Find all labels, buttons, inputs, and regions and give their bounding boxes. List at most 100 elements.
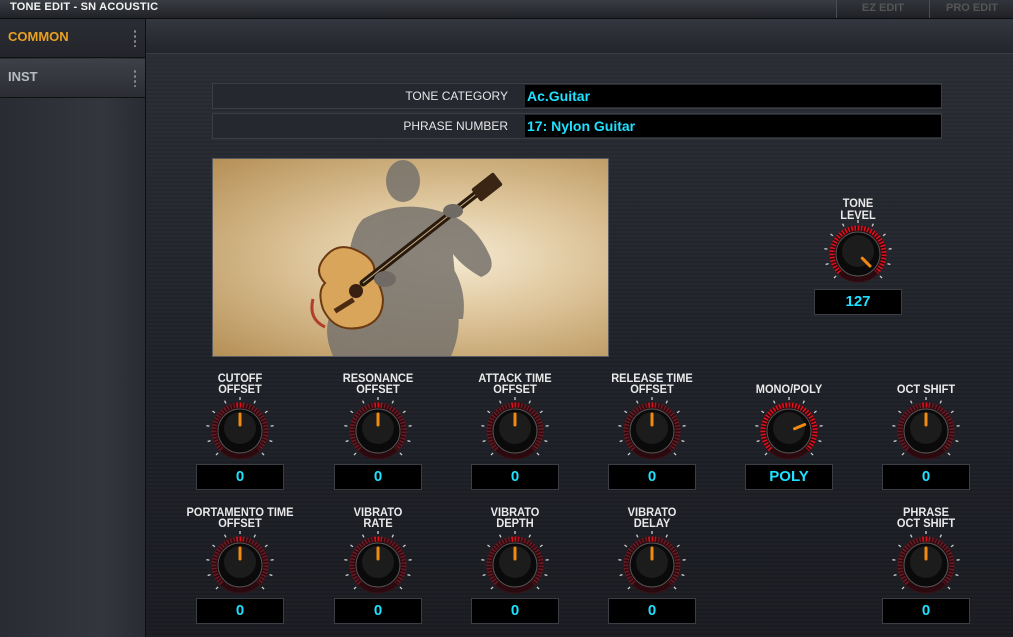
knob-tick bbox=[261, 452, 265, 456]
knob-tick bbox=[802, 400, 806, 404]
vibrato-delay-knob[interactable] bbox=[617, 530, 687, 600]
window-title: TONE EDIT - SN ACOUSTIC bbox=[10, 1, 159, 13]
tone-level-knob[interactable] bbox=[823, 219, 893, 289]
tone-category-label: TONE CATEGORY bbox=[405, 89, 508, 103]
knob-tick bbox=[893, 573, 897, 577]
sidebar-item-inst[interactable]: INST bbox=[0, 59, 145, 98]
phrase-oct-shift-knob[interactable] bbox=[891, 530, 961, 600]
knob-tick bbox=[264, 544, 268, 548]
vibrato-delay-control: VIBRATO DELAY 0 bbox=[592, 504, 712, 629]
knob-tick bbox=[761, 410, 765, 414]
knob-tick bbox=[665, 400, 669, 404]
knob-tick bbox=[350, 544, 354, 548]
knob-tick bbox=[487, 410, 491, 414]
drag-handle-icon bbox=[134, 69, 136, 87]
mono-poly-label-2: MONO/POLY bbox=[755, 382, 823, 396]
knob-tick bbox=[898, 544, 902, 548]
oct-shift-value[interactable]: 0 bbox=[882, 464, 970, 490]
oct-shift-knob[interactable] bbox=[891, 396, 961, 466]
knob-tick bbox=[898, 410, 902, 414]
knob-tick bbox=[212, 410, 216, 414]
knob-tick bbox=[955, 439, 959, 443]
tone-category-value[interactable]: Ac.Guitar bbox=[525, 85, 941, 107]
knob-tick bbox=[207, 573, 211, 577]
knob-tick bbox=[841, 223, 845, 227]
portamento-time-offset-value[interactable]: 0 bbox=[196, 598, 284, 624]
vibrato-depth-value[interactable]: 0 bbox=[471, 598, 559, 624]
vibrato-rate-value[interactable]: 0 bbox=[334, 598, 422, 624]
attack-time-offset-value[interactable]: 0 bbox=[471, 464, 559, 490]
knob-tick bbox=[528, 400, 532, 404]
release-time-offset-value[interactable]: 0 bbox=[608, 464, 696, 490]
knob-tick bbox=[215, 452, 219, 456]
phrase-number-value[interactable]: 17: Nylon Guitar bbox=[525, 115, 941, 137]
knob-tick bbox=[893, 439, 897, 443]
knob-tick bbox=[772, 400, 776, 404]
title-bar: TONE EDIT - SN ACOUSTIC EZ EDIT PRO EDIT bbox=[0, 0, 1013, 19]
knob-tick bbox=[764, 452, 768, 456]
knob-tick bbox=[909, 534, 913, 538]
knob-tick bbox=[544, 439, 548, 443]
knob-tick bbox=[345, 439, 349, 443]
phrase-oct-shift-value[interactable]: 0 bbox=[882, 598, 970, 624]
resonance-offset-knob[interactable] bbox=[343, 396, 413, 466]
mono-poly-knob[interactable] bbox=[754, 396, 824, 466]
cutoff-offset-control: CUTOFF OFFSET 0 bbox=[180, 370, 300, 495]
knob-tick bbox=[498, 534, 502, 538]
knob-tick bbox=[947, 586, 951, 590]
knob-tick bbox=[223, 400, 227, 404]
knob-tick bbox=[391, 400, 395, 404]
knob-tick bbox=[627, 452, 631, 456]
knob-tick bbox=[624, 544, 628, 548]
knob-tick bbox=[361, 534, 365, 538]
portamento-time-offset-control: PORTAMENTO TIME OFFSET 0 bbox=[180, 504, 300, 629]
instrument-image bbox=[212, 158, 609, 357]
knob-tick bbox=[345, 573, 349, 577]
attack-time-offset-label-2: OFFSET bbox=[493, 382, 537, 396]
vibrato-depth-knob[interactable] bbox=[480, 530, 550, 600]
knob-tick bbox=[887, 262, 891, 266]
phrase-oct-shift-control: PHRASE OCT SHIFT 0 bbox=[866, 504, 986, 629]
knob-tick bbox=[539, 410, 543, 414]
knob-tick bbox=[673, 586, 677, 590]
knob-tick bbox=[825, 262, 829, 266]
knob-tick bbox=[490, 586, 494, 590]
knob-tick bbox=[665, 534, 669, 538]
knob-tick bbox=[830, 233, 834, 237]
knob-tick bbox=[261, 586, 265, 590]
knob-tick bbox=[269, 573, 273, 577]
knob-tick bbox=[207, 439, 211, 443]
tone-category-row: TONE CATEGORY Ac.Guitar bbox=[212, 83, 942, 109]
cutoff-offset-knob[interactable] bbox=[205, 396, 275, 466]
knob-tick bbox=[391, 534, 395, 538]
release-time-offset-control: RELEASE TIME OFFSET 0 bbox=[592, 370, 712, 495]
tone-level-control: TONE LEVEL 127 bbox=[798, 195, 918, 320]
release-time-offset-knob[interactable] bbox=[617, 396, 687, 466]
vibrato-rate-label-2: RATE bbox=[363, 516, 393, 530]
portamento-time-offset-knob[interactable] bbox=[205, 530, 275, 600]
vibrato-delay-value[interactable]: 0 bbox=[608, 598, 696, 624]
knob-tick bbox=[353, 452, 357, 456]
vibrato-rate-knob[interactable] bbox=[343, 530, 413, 600]
pro-edit-button[interactable]: PRO EDIT bbox=[929, 0, 1013, 18]
phrase-number-label: PHRASE NUMBER bbox=[403, 119, 508, 133]
drag-handle-icon bbox=[134, 29, 136, 47]
knob-tick bbox=[212, 544, 216, 548]
attack-time-offset-knob[interactable] bbox=[480, 396, 550, 466]
sidebar-item-common[interactable]: COMMON bbox=[0, 19, 145, 58]
vibrato-depth-control: VIBRATO DEPTH 0 bbox=[455, 504, 575, 629]
knob-tick bbox=[950, 410, 954, 414]
knob-tick bbox=[253, 534, 257, 538]
vibrato-rate-control: VIBRATO RATE 0 bbox=[318, 504, 438, 629]
cutoff-offset-value[interactable]: 0 bbox=[196, 464, 284, 490]
resonance-offset-value[interactable]: 0 bbox=[334, 464, 422, 490]
mono-poly-value[interactable]: POLY bbox=[745, 464, 833, 490]
tone-level-value[interactable]: 127 bbox=[814, 289, 902, 315]
knob-tick bbox=[253, 400, 257, 404]
knob-tick bbox=[619, 439, 623, 443]
knob-tick bbox=[487, 544, 491, 548]
oct-shift-label-2: OCT SHIFT bbox=[896, 382, 956, 396]
knob-tick bbox=[361, 400, 365, 404]
knob-tick bbox=[490, 452, 494, 456]
ez-edit-button[interactable]: EZ EDIT bbox=[836, 0, 929, 18]
